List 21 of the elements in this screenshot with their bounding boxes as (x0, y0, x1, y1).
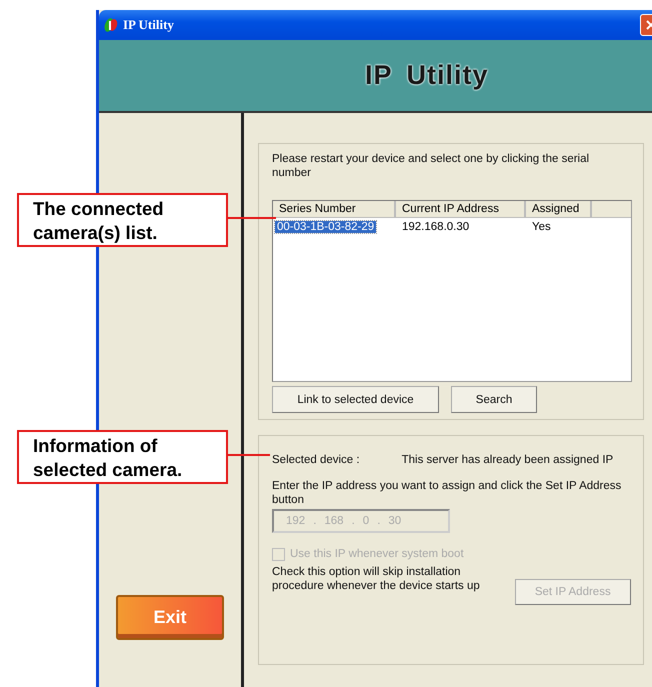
table-cell: Yes (532, 221, 551, 233)
app-logo-icon (103, 17, 119, 33)
action-button[interactable]: Search (451, 386, 537, 413)
leader-line (228, 454, 270, 456)
table-cell: 192.168.0.30 (402, 221, 470, 233)
column-header[interactable]: Assigned (526, 201, 592, 218)
leader-line (228, 217, 276, 219)
banner-title: IP Utility (365, 60, 489, 91)
callout-label: The connected camera(s) list. (17, 193, 228, 247)
device-status-text: This server has already been assigned IP (402, 453, 614, 467)
column-header[interactable]: Series Number (273, 201, 396, 218)
device-row[interactable]: 00-03-1B-03-82-29 192.168.0.30 Yes (273, 218, 631, 234)
callout-label: Information of selected camera. (17, 430, 228, 484)
window-title: IP Utility (123, 17, 174, 33)
table-cell: 00-03-1B-03-82-29 (275, 221, 376, 233)
instruction-text: Please restart your device and select one by clicking the serial number (272, 152, 590, 180)
selected-device-label: Selected device : (272, 453, 360, 467)
column-header[interactable]: Current IP Address (396, 201, 526, 218)
action-button[interactable]: Link to selected device (272, 386, 439, 413)
instruction-text: Enter the IP address you want to assign and click the Set IP Address button (272, 479, 622, 507)
note-text: Check this option will skip installation procedure whenever the device starts up (272, 565, 481, 593)
